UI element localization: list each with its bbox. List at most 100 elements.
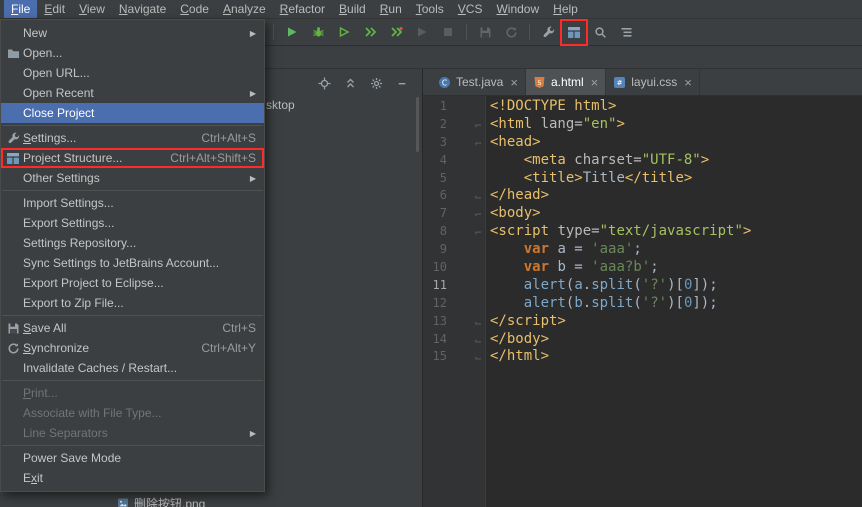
menu-item-associate-with-file-type[interactable]: Associate with File Type...	[1, 403, 264, 423]
menubar-item-analyze[interactable]: Analyze	[216, 0, 273, 18]
tab-test-java[interactable]: C Test.java ×	[431, 69, 526, 95]
menu-item-export-to-zip-file[interactable]: Export to Zip File...	[1, 293, 264, 313]
menu-item-import-settings[interactable]: Import Settings...	[1, 193, 264, 213]
fold-marker[interactable]	[447, 348, 486, 366]
tab-a-html[interactable]: 5 a.html ×	[525, 69, 607, 95]
close-tab-icon[interactable]: ×	[591, 76, 599, 89]
menu-item-save-all[interactable]: Save All Ctrl+S	[1, 318, 264, 338]
menubar-item-view[interactable]: View	[72, 0, 112, 18]
code-text: <!DOCTYPE html>	[490, 98, 617, 114]
fold-marker[interactable]	[447, 331, 486, 349]
tab-label: Test.java	[456, 75, 504, 89]
run-coverage-icon[interactable]	[332, 21, 356, 44]
menu-item-open[interactable]: Open...	[1, 43, 264, 63]
menu-item-close-project[interactable]: Close Project	[1, 103, 264, 123]
code-text: var b = 'aaa?b';	[523, 259, 659, 276]
menu-item-synchronize[interactable]: Synchronize Ctrl+Alt+Y	[1, 338, 264, 358]
fold-marker	[447, 277, 486, 295]
menu-icon-slot	[5, 295, 21, 311]
menu-item-line-separators[interactable]: Line Separators ▶	[1, 423, 264, 443]
menu-separator	[2, 125, 263, 126]
menu-icon-slot	[5, 360, 21, 376]
tree-item-file[interactable]: 删除按钮.png	[117, 495, 205, 507]
tree-item-desktop[interactable]: sktop	[266, 98, 295, 112]
menu-item-settings[interactable]: Settings... Ctrl+Alt+S	[1, 128, 264, 148]
menu-item-open-recent[interactable]: Open Recent ▶	[1, 83, 264, 103]
menubar-item-window[interactable]: Window	[489, 0, 546, 18]
locate-icon[interactable]	[314, 73, 334, 93]
menubar-item-build[interactable]: Build	[332, 0, 373, 18]
menu-item-label: Invalidate Caches / Restart...	[23, 361, 178, 375]
menu-item-label: Other Settings	[23, 171, 100, 185]
menubar-item-edit[interactable]: Edit	[37, 0, 72, 18]
code-line-8: 8 <script type="text/javascript">	[423, 223, 862, 241]
code-text: alert(b.split('?')[0]);	[523, 294, 718, 311]
jrebel-run-icon[interactable]	[358, 21, 382, 44]
gear-icon[interactable]	[366, 73, 386, 93]
menubar-item-file[interactable]: File	[4, 0, 38, 18]
menu-item-exit[interactable]: Exit	[1, 468, 264, 488]
project-panel-toolbar: −	[314, 73, 412, 93]
fold-marker[interactable]	[447, 205, 486, 223]
menu-separator	[2, 315, 263, 316]
menubar-item-help[interactable]: Help	[546, 0, 585, 18]
code-line-13: 13 </script>	[423, 313, 862, 331]
fold-marker[interactable]	[447, 313, 486, 331]
menu-item-sync-settings-to-jetbrains-account[interactable]: Sync Settings to JetBrains Account...	[1, 253, 264, 273]
menu-item-new[interactable]: New ▶	[1, 23, 264, 43]
image-icon-slot	[117, 497, 129, 507]
line-number: 14	[432, 331, 447, 346]
jrebel-debug-icon[interactable]	[384, 21, 408, 44]
structure-list-icon[interactable]	[614, 21, 638, 44]
code-text: </html>	[490, 348, 550, 365]
java-file-icon: C	[438, 76, 451, 89]
project-structure-icon[interactable]	[562, 21, 586, 44]
code-line-10: 10 var b = 'aaa?b';	[423, 259, 862, 277]
stop-icon[interactable]	[436, 21, 460, 44]
fold-marker[interactable]	[447, 116, 486, 134]
close-tab-icon[interactable]: ×	[684, 76, 692, 89]
menu-item-label: Settings Repository...	[23, 236, 137, 250]
code-text: </script>	[490, 312, 566, 329]
menubar-item-vcs[interactable]: VCS	[451, 0, 490, 18]
debug-icon[interactable]	[306, 21, 330, 44]
synchronize-icon[interactable]	[499, 21, 523, 44]
menu-item-label: Associate with File Type...	[23, 406, 162, 420]
menu-item-export-settings[interactable]: Export Settings...	[1, 213, 264, 233]
collapse-all-icon[interactable]	[340, 73, 360, 93]
panel-scrollbar[interactable]	[416, 97, 419, 152]
menu-item-label: Print...	[23, 386, 58, 400]
menu-item-open-url[interactable]: Open URL...	[1, 63, 264, 83]
search-icon[interactable]	[588, 21, 612, 44]
fold-marker[interactable]	[447, 134, 486, 152]
fold-marker	[447, 295, 486, 313]
menu-item-other-settings[interactable]: Other Settings ▶	[1, 168, 264, 188]
hide-icon[interactable]: −	[392, 73, 412, 93]
code-area[interactable]: 1 <!DOCTYPE html> 2 <html lang="en"> 3 <head>…	[423, 96, 862, 366]
menubar-item-tools[interactable]: Tools	[409, 0, 451, 18]
tab-layui-css[interactable]: # layui.css ×	[606, 69, 700, 95]
menu-item-label: Synchronize	[23, 341, 90, 355]
menu-item-power-save-mode[interactable]: Power Save Mode	[1, 448, 264, 468]
menu-item-invalidate-caches-restart[interactable]: Invalidate Caches / Restart...	[1, 358, 264, 378]
toolbar-separator	[529, 24, 530, 40]
menubar-item-run[interactable]: Run	[373, 0, 409, 18]
editor[interactable]: 1 <!DOCTYPE html> 2 <html lang="en"> 3 <head>…	[423, 96, 862, 507]
menu-item-settings-repository[interactable]: Settings Repository...	[1, 233, 264, 253]
menubar-item-navigate[interactable]: Navigate	[112, 0, 173, 18]
menu-item-project-structure[interactable]: Project Structure... Ctrl+Alt+Shift+S	[1, 148, 264, 168]
fold-marker[interactable]	[447, 187, 486, 205]
menubar-item-code[interactable]: Code	[173, 0, 216, 18]
rerun-icon[interactable]	[410, 21, 434, 44]
menubar-item-refactor[interactable]: Refactor	[273, 0, 332, 18]
fold-marker	[447, 170, 486, 188]
save-all-icon[interactable]	[473, 21, 497, 44]
run-icon[interactable]	[280, 21, 304, 44]
close-tab-icon[interactable]: ×	[510, 76, 518, 89]
menu-item-print[interactable]: Print...	[1, 383, 264, 403]
code-line-15: 15 </html>	[423, 348, 862, 366]
settings-icon[interactable]	[536, 21, 560, 44]
menu-icon-slot	[5, 405, 21, 421]
menu-item-export-project-to-eclipse[interactable]: Export Project to Eclipse...	[1, 273, 264, 293]
fold-marker[interactable]	[447, 223, 486, 241]
